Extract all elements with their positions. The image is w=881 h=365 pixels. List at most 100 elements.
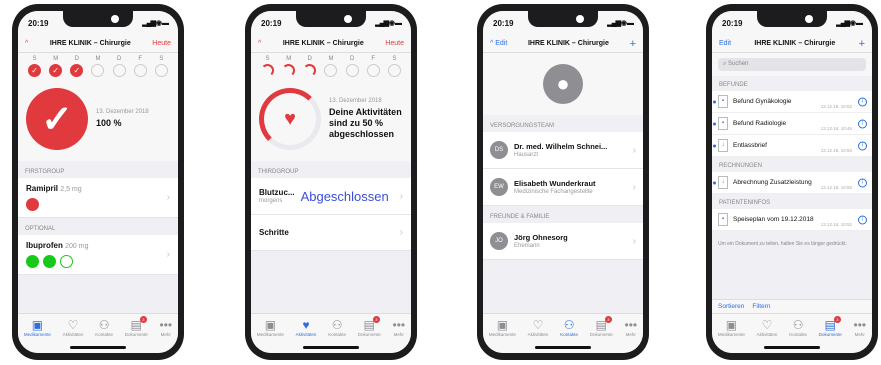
completed-check-icon: ✓ <box>26 88 88 150</box>
section-header: VERSORGUNGSTEAM <box>490 123 555 129</box>
medication-name: Ramipril 2,5 mg <box>26 184 82 193</box>
summary-date: 13. Dezember 2018 <box>329 98 382 105</box>
activity-name: Schritte <box>259 228 289 237</box>
today-button[interactable]: Heute <box>152 40 171 47</box>
heart-icon: ♡ <box>67 318 79 332</box>
day-label: D <box>307 56 313 62</box>
collapse-icon[interactable]: ^ <box>25 40 28 47</box>
contact: JO Jörg Ohnesorg Ehemann <box>490 232 633 250</box>
activity-row[interactable]: Schritte › <box>251 215 411 251</box>
activity-row[interactable]: Blutzuc... morgens Abgeschlossen › <box>251 178 411 215</box>
tab-more[interactable]: ••• Mehr <box>854 318 867 353</box>
document-row[interactable]: ▪ Befund Gynäkologie 13.12.18, 10:52 i <box>712 91 872 113</box>
check-icon: ✓ <box>70 64 84 77</box>
day-5[interactable]: F <box>133 56 147 77</box>
day-4[interactable]: D <box>345 56 359 77</box>
day-label: M <box>286 56 292 62</box>
status-time: 20:19 <box>28 18 49 28</box>
add-icon[interactable]: + <box>630 38 636 50</box>
day-6[interactable]: S <box>387 56 401 77</box>
nav-bar: Edit IHRE KLINIK – Chirurgie + <box>712 35 872 53</box>
tab-more[interactable]: ••• Mehr <box>393 318 406 353</box>
unread-dot-icon <box>713 100 716 103</box>
info-icon[interactable]: i <box>858 119 867 128</box>
nav-title: IHRE KLINIK – Chirurgie <box>527 40 609 47</box>
status-time: 20:19 <box>261 18 282 28</box>
day-1[interactable]: M <box>282 56 296 77</box>
summary-date: 13. Dezember 2018 <box>96 109 149 116</box>
collapse-icon[interactable]: ^ <box>258 40 261 47</box>
partial-ring-icon <box>261 64 275 77</box>
section-header: PATIENTENINFOS <box>719 200 771 206</box>
tab-more[interactable]: ••• Mehr <box>625 318 638 353</box>
tab-medications[interactable]: ▣ Medikamente <box>718 318 745 353</box>
day-6[interactable]: S <box>154 56 168 77</box>
download-icon[interactable]: ↓ <box>718 139 728 152</box>
document-row[interactable]: ↓ Abrechnung Zusatzleistung 13.12.18, 10… <box>712 172 872 194</box>
edit-button[interactable]: ^ Edit <box>490 40 507 47</box>
profile-avatar-icon[interactable]: ● <box>543 64 583 104</box>
dose-pending-icon[interactable] <box>60 255 73 268</box>
edit-button[interactable]: Edit <box>719 40 731 47</box>
download-icon[interactable]: ↓ <box>718 176 728 189</box>
document-row[interactable]: ▪ Speiseplan vom 19.12.2018 13.12.18, 10… <box>712 209 872 231</box>
unread-dot-icon <box>713 122 716 125</box>
check-icon: ✓ <box>28 64 42 77</box>
day-2[interactable]: D <box>303 56 317 77</box>
nav-title: IHRE KLINIK – Chirurgie <box>282 40 364 47</box>
day-0[interactable]: S <box>261 56 275 77</box>
day-2[interactable]: D ✓ <box>70 56 84 77</box>
tab-label: Mehr <box>393 332 404 337</box>
contact-row[interactable]: JO Jörg Ohnesorg Ehemann › <box>483 223 643 260</box>
chevron-right-icon: › <box>166 192 170 203</box>
home-indicator <box>764 346 820 349</box>
tab-documents[interactable]: ▤ 3 Dokumente <box>819 316 842 353</box>
day-4[interactable]: D <box>112 56 126 77</box>
tab-documents[interactable]: ▤ 3 Dokumente <box>590 316 613 353</box>
dose-taken-icon[interactable] <box>26 255 39 268</box>
medication-row[interactable]: Ramipril 2,5 mg › <box>18 178 178 218</box>
tab-documents[interactable]: ▤ 3 Dokumente <box>358 316 381 353</box>
filter-button[interactable]: Filtern <box>752 303 770 310</box>
info-icon[interactable]: i <box>858 97 867 106</box>
document-row[interactable]: ↓ Entlassbrief 13.12.18, 10:50 i <box>712 135 872 157</box>
day-1[interactable]: M ✓ <box>49 56 63 77</box>
info-icon[interactable]: i <box>858 141 867 150</box>
contact: EW Elisabeth Wunderkraut Medizinische Fac… <box>490 178 633 196</box>
sort-button[interactable]: Sortieren <box>718 303 744 310</box>
contact-row[interactable]: DS Dr. med. Wilhelm Schnei... Hausarzt › <box>483 132 643 169</box>
summary-text: 13. Dezember 2018 Deine Aktivitäten sind… <box>329 98 403 139</box>
tab-more[interactable]: ••• Mehr <box>160 318 173 353</box>
tab-documents[interactable]: ▤ 3 Dokumente <box>125 316 148 353</box>
info-icon[interactable]: i <box>858 178 867 187</box>
search-input[interactable]: ⌕ Suchen <box>718 58 866 71</box>
day-5[interactable]: F <box>366 56 380 77</box>
today-button[interactable]: Heute <box>385 40 404 47</box>
tab-medications[interactable]: ▣ Medikamente <box>489 318 516 353</box>
chevron-right-icon: › <box>632 181 636 193</box>
screen-medications: 20:19 ▂▄▆ ◉ ▬ ^ IHRE KLINIK – Chirurgie … <box>18 11 178 353</box>
empty-day-icon <box>387 64 401 77</box>
edit-label: Edit <box>495 40 508 47</box>
medication-row[interactable]: Ibuprofen 200 mg › <box>18 235 178 275</box>
day-0[interactable]: S ✓ <box>28 56 42 77</box>
tab-medications[interactable]: ▣ Medikamente <box>257 318 284 353</box>
day-3[interactable]: M <box>324 56 338 77</box>
document-icon: ▤ 3 <box>131 316 147 332</box>
day-label: M <box>53 56 59 62</box>
badge: 3 <box>372 316 380 323</box>
badge: 3 <box>139 316 147 323</box>
contact-name: Dr. med. Wilhelm Schnei... <box>514 142 608 151</box>
tab-medications[interactable]: ▣ Medikamente <box>24 318 51 353</box>
dose-taken-icon[interactable] <box>43 255 56 268</box>
info-icon[interactable]: i <box>858 215 867 224</box>
day-3[interactable]: M <box>91 56 105 77</box>
dose-taken-icon[interactable] <box>26 198 39 211</box>
contact-row[interactable]: EW Elisabeth Wunderkraut Medizinische Fac… <box>483 169 643 206</box>
document-row[interactable]: ▪ Befund Radiologie 13.12.18, 10:46 i <box>712 113 872 135</box>
avatar: JO <box>490 232 508 250</box>
tab-label: Aktivitäten <box>62 332 84 337</box>
add-icon[interactable]: + <box>859 38 865 50</box>
person-icon: ⚇ <box>792 318 804 332</box>
section-header: FIRSTGROUP <box>25 169 65 175</box>
